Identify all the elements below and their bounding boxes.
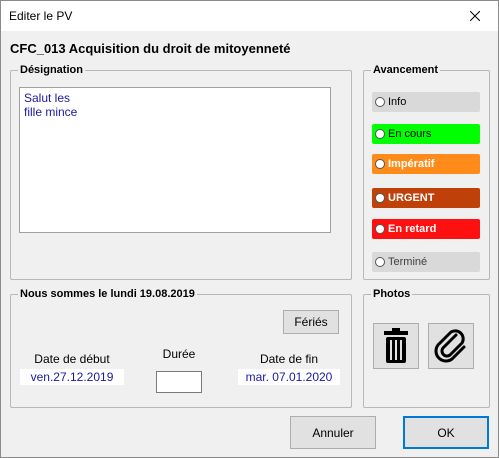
- start-date-value[interactable]: ven.27.12.2019: [20, 369, 124, 385]
- status-label: Terminé: [388, 256, 428, 268]
- radio-icon: [375, 129, 385, 139]
- designation-textarea[interactable]: Salut les fille mince: [19, 87, 331, 233]
- photos-legend: Photos: [373, 288, 411, 300]
- photos-group: Photos: [363, 288, 490, 408]
- title-bar: Editer le PV: [1, 1, 498, 31]
- attach-photo-button[interactable]: [428, 323, 474, 369]
- radio-icon: [375, 97, 385, 107]
- radio-icon: [375, 193, 385, 203]
- ok-button[interactable]: OK: [403, 416, 489, 449]
- status-label: Impératif: [388, 158, 435, 170]
- status-option-imperatif[interactable]: Impératif: [372, 154, 480, 174]
- dialog-window: Editer le PV CFC_013 Acquisition du droi…: [0, 0, 499, 458]
- dates-group: Nous sommes le lundi 19.08.2019 Fériés D…: [10, 288, 352, 408]
- radio-icon: [375, 159, 385, 169]
- trash-icon: [384, 328, 408, 363]
- paperclip-icon: [434, 329, 466, 363]
- end-date-label: Date de fin: [259, 352, 319, 366]
- start-date-label: Date de début: [34, 352, 110, 366]
- avancement-legend: Avancement: [373, 64, 439, 76]
- status-option-info[interactable]: Info: [372, 92, 480, 112]
- status-option-termine[interactable]: Terminé: [372, 252, 480, 272]
- status-label: En retard: [388, 223, 437, 235]
- end-date-value[interactable]: mar. 07.01.2020: [238, 369, 340, 385]
- duration-input[interactable]: [156, 371, 202, 393]
- designation-group: Désignation Salut les fille mince: [10, 64, 352, 280]
- duration-label: Durée: [162, 347, 196, 361]
- cancel-button[interactable]: Annuler: [290, 416, 376, 449]
- status-option-en-retard[interactable]: En retard: [372, 219, 480, 239]
- radio-icon: [375, 224, 385, 234]
- current-date-legend: Nous sommes le lundi 19.08.2019: [20, 288, 195, 300]
- avancement-group: Avancement Info En cours Impératif URGEN…: [363, 64, 490, 280]
- status-label: En cours: [388, 128, 432, 140]
- designation-legend: Désignation: [20, 64, 83, 76]
- status-option-en-cours[interactable]: En cours: [372, 124, 480, 144]
- page-title: CFC_013 Acquisition du droit de mitoyenn…: [10, 41, 291, 56]
- radio-icon: [375, 257, 385, 267]
- feries-button[interactable]: Fériés: [283, 310, 339, 334]
- status-label: URGENT: [388, 192, 435, 204]
- close-button[interactable]: [452, 1, 498, 31]
- delete-photo-button[interactable]: [373, 323, 419, 369]
- status-option-urgent[interactable]: URGENT: [372, 188, 480, 208]
- status-label: Info: [388, 96, 407, 108]
- close-icon: [470, 11, 480, 21]
- window-title: Editer le PV: [9, 9, 73, 23]
